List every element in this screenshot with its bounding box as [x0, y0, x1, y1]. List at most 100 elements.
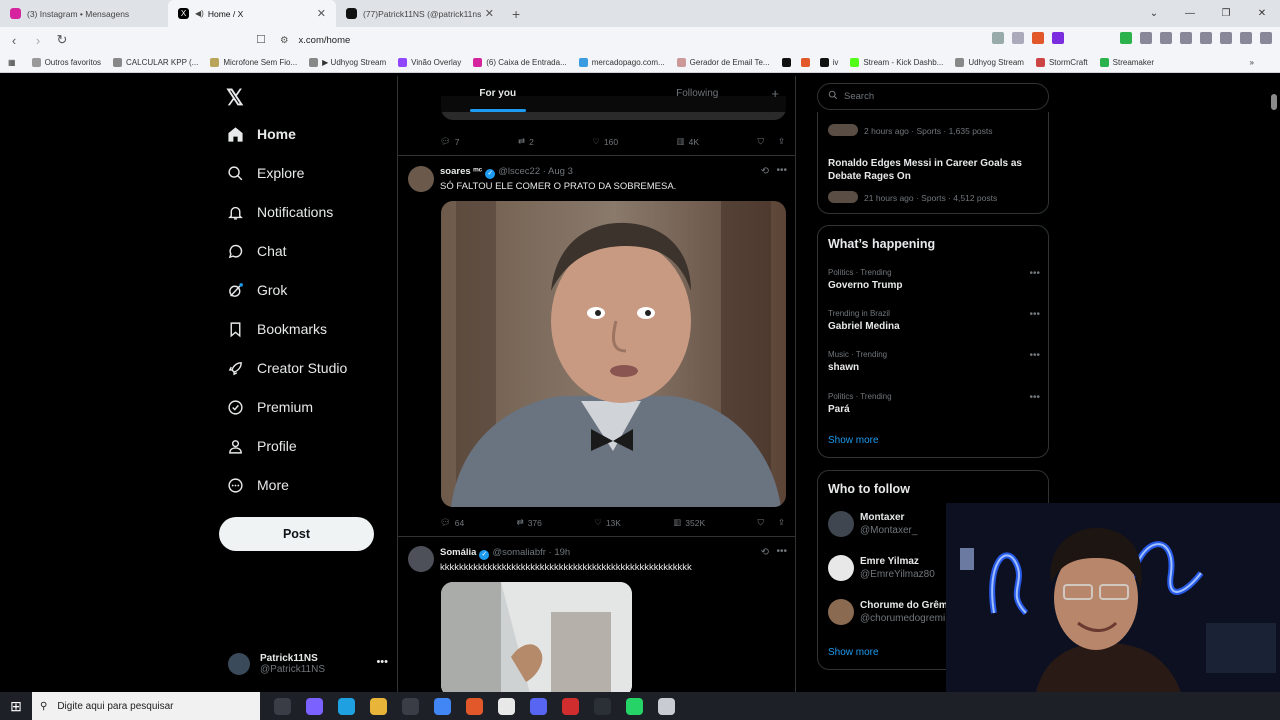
- search-input[interactable]: Search: [817, 83, 1049, 110]
- page-scrollbar[interactable]: [1271, 94, 1277, 110]
- new-tab-button[interactable]: +: [504, 0, 528, 27]
- plus-icon[interactable]: +: [771, 76, 779, 112]
- menu-icon[interactable]: [1260, 32, 1272, 44]
- bookmark-item[interactable]: Udhyog Stream: [955, 58, 1024, 67]
- close-tab-icon[interactable]: ✕: [317, 7, 326, 20]
- vegas-icon[interactable]: [498, 697, 515, 715]
- windows-start-icon[interactable]: ⊞: [0, 698, 32, 715]
- bookmark-item[interactable]: (6) Caixa de Entrada...: [473, 58, 567, 67]
- tweet-video[interactable]: [441, 201, 786, 507]
- leo-icon[interactable]: [1220, 32, 1232, 44]
- whatsapp-icon[interactable]: [626, 697, 643, 715]
- nav-explore[interactable]: Explore: [226, 164, 304, 182]
- close-tab-icon[interactable]: ✕: [485, 7, 494, 20]
- follow-suggestion[interactable]: Emre Yilmaz @EmreYilmaz80: [828, 555, 935, 581]
- task-view-icon[interactable]: [274, 697, 291, 715]
- bookmark-item[interactable]: ▶ Udhyog Stream: [309, 58, 386, 67]
- tab-following[interactable]: Following +: [598, 76, 796, 112]
- share-icon[interactable]: ⇪: [778, 136, 785, 147]
- account-switcher[interactable]: Patrick11NS @Patrick11NS •••: [228, 649, 388, 679]
- bookmark-item[interactable]: Microfone Sem Fio...: [210, 58, 297, 67]
- vpn-icon[interactable]: [1240, 32, 1252, 44]
- more-icon[interactable]: •••: [1029, 350, 1040, 361]
- minimize-icon[interactable]: —: [1172, 8, 1208, 19]
- reply-button[interactable]: 💬︎ 7: [440, 136, 460, 147]
- bookmark-item[interactable]: CALCULAR KPP (...: [113, 58, 198, 67]
- views-button[interactable]: ▥ 352K: [673, 517, 705, 528]
- extension-icon[interactable]: [1120, 32, 1132, 44]
- tweet[interactable]: soares ᵐᶜ ✓ @lscec22 · Aug 3 ⟲ ••• SÓ FALT…: [398, 155, 795, 536]
- nav-notifications[interactable]: Notifications: [226, 203, 333, 221]
- author-name[interactable]: Somália: [440, 547, 476, 558]
- more-icon[interactable]: •••: [376, 656, 388, 668]
- grok-icon[interactable]: ⟲: [761, 166, 769, 177]
- bookmark-page-icon[interactable]: ☐: [256, 33, 266, 46]
- bookmark-item[interactable]: [781, 58, 795, 67]
- brave-shield-icon[interactable]: [1032, 32, 1044, 44]
- like-button[interactable]: ♡ 160: [592, 136, 618, 147]
- share-icon[interactable]: ⇪: [778, 517, 785, 528]
- url-field[interactable]: ⚙ x.com/home: [280, 31, 940, 49]
- bookmark-item[interactable]: iv: [819, 58, 838, 67]
- more-icon[interactable]: •••: [776, 546, 787, 557]
- brave-icon[interactable]: [466, 697, 483, 715]
- tweet[interactable]: Somália ✓ @somaliabfr · 19h ⟲ ••• kkkkkkkk…: [398, 536, 795, 692]
- sidebar-icon[interactable]: [1180, 32, 1192, 44]
- more-bookmarks-icon[interactable]: »: [1250, 58, 1254, 67]
- tab-instagram[interactable]: (3) Instagram • Mensagens: [0, 0, 168, 27]
- follow-suggestion[interactable]: Montaxer @Montaxer_: [828, 511, 917, 537]
- avatar[interactable]: [408, 166, 434, 192]
- repost-button[interactable]: ⇄ 376: [517, 517, 542, 528]
- like-button[interactable]: ♡ 13K: [594, 517, 621, 528]
- bookmark-item[interactable]: mercadopago.com...: [578, 58, 665, 67]
- tab-x-home[interactable]: X ◀) Home / X ✕: [168, 0, 336, 27]
- more-icon[interactable]: •••: [1029, 392, 1040, 403]
- back-icon[interactable]: ‹: [4, 33, 24, 48]
- bookmark-item[interactable]: StormCraft: [1035, 58, 1088, 67]
- post-button[interactable]: Post: [219, 517, 374, 551]
- translate-icon[interactable]: [992, 32, 1004, 44]
- nav-grok[interactable]: Grok: [226, 281, 287, 299]
- trend-item[interactable]: Trending in Brazil Gabriel Medina •••: [828, 309, 1040, 332]
- bookmark-item[interactable]: Stream - Kick Dashb...: [850, 58, 943, 67]
- close-window-icon[interactable]: ✕: [1244, 8, 1280, 19]
- wallet-icon[interactable]: [1200, 32, 1212, 44]
- reload-icon[interactable]: ↻: [52, 32, 72, 48]
- x-logo-icon[interactable]: 𝕏: [226, 85, 244, 111]
- maximize-icon[interactable]: ❐: [1208, 8, 1244, 19]
- nav-chat[interactable]: Chat: [226, 242, 287, 260]
- site-info-icon[interactable]: ⚙: [280, 35, 289, 46]
- show-more-link[interactable]: Show more: [828, 647, 879, 658]
- cast-icon[interactable]: [1012, 32, 1024, 44]
- news-item[interactable]: 2 hours ago · Sports · 1,635 posts: [828, 121, 993, 139]
- author-handle[interactable]: @somaliabfr · 19h: [492, 547, 570, 558]
- news-item[interactable]: Ronaldo Edges Messi in Career Goals as D…: [828, 157, 1043, 206]
- author-handle[interactable]: @lscec22 · Aug 3: [498, 166, 573, 177]
- obs-icon[interactable]: [594, 697, 611, 715]
- brave-rewards-icon[interactable]: [1052, 32, 1064, 44]
- app-icon[interactable]: [658, 697, 675, 715]
- nav-creator-studio[interactable]: Creator Studio: [226, 359, 347, 377]
- more-icon[interactable]: •••: [1029, 309, 1040, 320]
- show-more-link[interactable]: Show more: [828, 435, 879, 446]
- puzzle-icon[interactable]: [1140, 32, 1152, 44]
- more-icon[interactable]: •••: [1029, 268, 1040, 279]
- trend-item[interactable]: Politics · Trending Pará •••: [828, 392, 1040, 415]
- repost-button[interactable]: ⇄ 2: [518, 136, 534, 147]
- more-icon[interactable]: •••: [776, 165, 787, 176]
- chrome-icon[interactable]: [434, 697, 451, 715]
- apps-icon[interactable]: ▦: [8, 58, 16, 67]
- avatar[interactable]: [408, 546, 434, 572]
- tab-tiktok[interactable]: (77)Patrick11NS (@patrick11ns) | Tik ✕: [336, 0, 504, 27]
- edge-icon[interactable]: [338, 697, 355, 715]
- tab-for-you[interactable]: For you: [398, 76, 598, 112]
- bookmark-item[interactable]: Streamaker: [1099, 58, 1154, 67]
- app-icon[interactable]: [402, 697, 419, 715]
- file-explorer-icon[interactable]: [370, 697, 387, 715]
- author-name[interactable]: soares ᵐᶜ: [440, 166, 482, 177]
- follow-suggestion[interactable]: Chorume do Grêm @chorumedogremi: [828, 599, 948, 625]
- audio-icon[interactable]: ◀): [195, 9, 204, 18]
- bookmark-button[interactable]: ⛉ ⇪: [757, 136, 785, 147]
- copilot-icon[interactable]: [306, 697, 323, 715]
- nav-profile[interactable]: Profile: [226, 437, 297, 455]
